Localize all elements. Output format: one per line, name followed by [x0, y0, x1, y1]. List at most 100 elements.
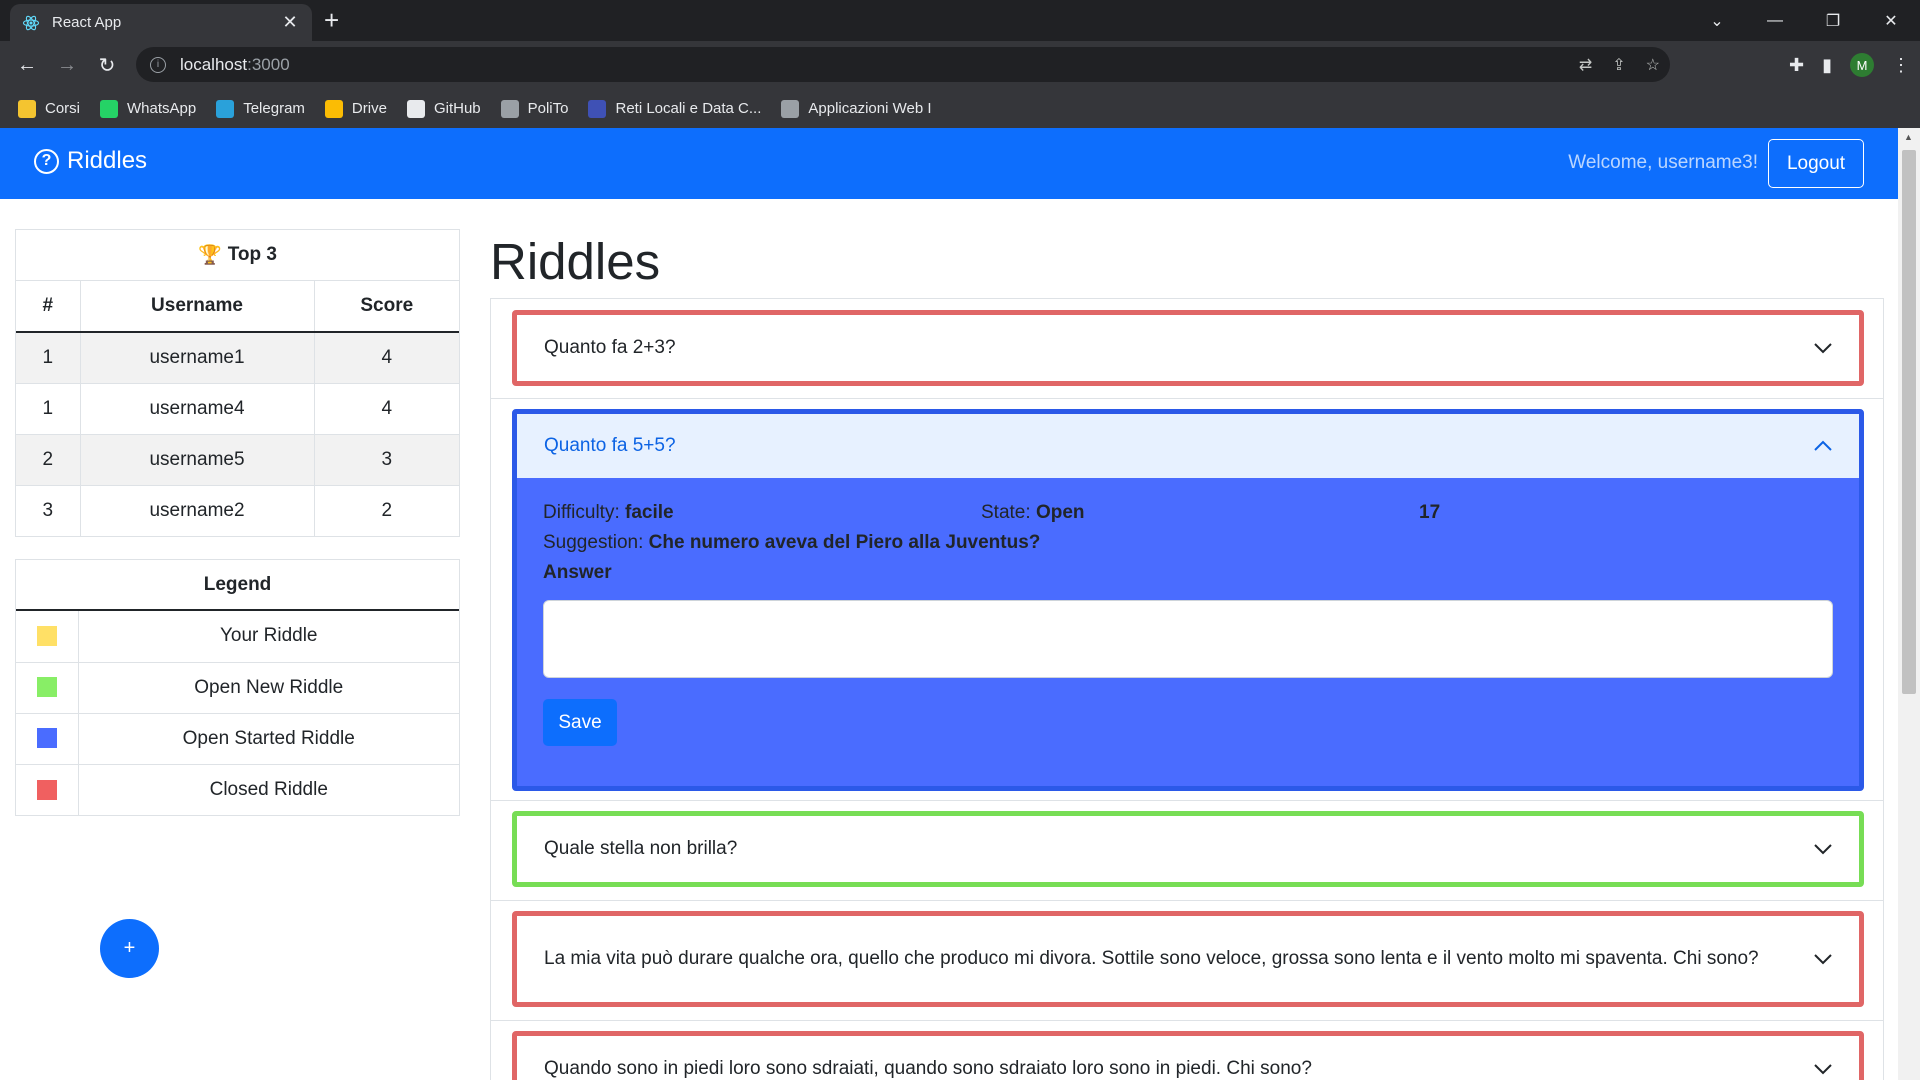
browser-tabstrip: React App ✕ + ⌄ — ❐ ✕	[0, 0, 1920, 41]
react-logo-icon	[22, 14, 40, 32]
difficulty-value: facile	[625, 502, 674, 523]
bookmark-icon	[406, 99, 425, 118]
site-info-icon[interactable]: i	[150, 56, 166, 73]
window-controls: ⌄ — ❐ ✕	[1688, 0, 1920, 41]
menu-kebab-icon[interactable]: ⋮	[1892, 55, 1910, 76]
chevron-down-icon	[1814, 954, 1832, 965]
tab-search-icon[interactable]: ⌄	[1688, 11, 1746, 31]
leaderboard-row: 3 username2 2	[16, 485, 459, 536]
bookmark-label: Applicazioni Web I	[808, 100, 932, 117]
tab-title: React App	[52, 14, 122, 31]
riddle-item: Quando sono in piedi loro sono sdraiati,…	[491, 1021, 1883, 1080]
restore-button[interactable]: ❐	[1804, 11, 1862, 31]
leaderboard-cell-score: 3	[314, 434, 459, 486]
legend-row: Open New Riddle	[16, 662, 459, 714]
answer-textarea[interactable]	[543, 600, 1833, 678]
bookmark-icon	[100, 99, 119, 118]
legend: Legend Your Riddle Open New Riddle Open St…	[15, 559, 460, 816]
legend-color-swatch	[36, 779, 57, 800]
bookmark-item[interactable]: GitHub	[406, 99, 481, 118]
legend-color-swatch	[36, 728, 57, 749]
leaderboard-cell-rank: 2	[16, 434, 81, 486]
legend-row: Your Riddle	[16, 611, 459, 663]
suggestion-label: Suggestion:	[543, 532, 644, 553]
forward-icon[interactable]: →	[47, 54, 87, 77]
leaderboard-cell-rank: 1	[16, 383, 81, 435]
bookmark-item[interactable]: Reti Locali e Data C...	[588, 99, 762, 118]
save-button[interactable]: Save	[543, 699, 617, 746]
riddle-header[interactable]: Quanto fa 2+3?	[517, 315, 1859, 381]
bookmark-item[interactable]: Applicazioni Web I	[781, 99, 932, 118]
bookmark-star-icon[interactable]: ☆	[1646, 55, 1660, 75]
leaderboard-title-text: Top 3	[227, 244, 277, 265]
leaderboard-cell-rank: 3	[16, 485, 81, 536]
bookmark-item[interactable]: WhatsApp	[100, 99, 196, 118]
address-bar[interactable]: i localhost:3000 ⇄ ⇪ ☆	[136, 47, 1670, 82]
countdown-timer: 17	[1419, 502, 1441, 523]
translate-icon[interactable]: ⇄	[1579, 55, 1592, 75]
leaderboard-cell-username: username2	[80, 485, 315, 536]
legend-swatch-cell	[16, 611, 79, 663]
riddle-header[interactable]: La mia vita può durare qualche ora, quel…	[517, 916, 1859, 1002]
bookmark-item[interactable]: Telegram	[216, 99, 305, 118]
page-title: Riddles	[490, 233, 661, 290]
riddle-item: Quale stella non brilla?	[491, 801, 1883, 901]
riddle-header[interactable]: Quanto fa 5+5?	[517, 414, 1859, 478]
page-scrollbar[interactable]: ▲	[1898, 128, 1920, 1080]
minimize-button[interactable]: —	[1746, 12, 1804, 30]
riddle-card-closed: La mia vita può durare qualche ora, quel…	[512, 911, 1864, 1007]
legend-label: Open Started Riddle	[78, 713, 459, 765]
leaderboard-cell-username: username1	[80, 332, 315, 384]
browser-tab[interactable]: React App ✕	[10, 4, 312, 41]
new-tab-button[interactable]: +	[324, 7, 339, 33]
legend-swatch-cell	[16, 764, 79, 815]
riddle-header[interactable]: Quando sono in piedi loro sono sdraiati,…	[517, 1036, 1859, 1080]
legend-label: Open New Riddle	[78, 662, 459, 714]
riddle-card-open-started: Quanto fa 5+5? Difficulty: facile State:…	[512, 409, 1864, 791]
suggestion-value: Che numero aveva del Piero alla Juventus…	[648, 532, 1041, 553]
profile-avatar[interactable]: M	[1850, 53, 1874, 77]
brand[interactable]: ? Riddles	[34, 147, 147, 175]
bookmark-item[interactable]: PoliTo	[500, 99, 568, 118]
add-riddle-button[interactable]: +	[100, 919, 159, 978]
scrollbar-thumb[interactable]	[1902, 150, 1916, 694]
logout-button[interactable]: Logout	[1768, 139, 1864, 188]
question-circle-icon: ?	[34, 148, 59, 174]
riddle-card-closed: Quanto fa 2+3?	[512, 310, 1864, 386]
state-label: State:	[981, 502, 1031, 523]
riddle-item: Quanto fa 2+3?	[491, 299, 1883, 399]
side-panel-icon[interactable]: ▮	[1822, 55, 1832, 76]
bookmark-item[interactable]: Drive	[324, 99, 387, 118]
welcome-text: Welcome, username3!	[1568, 152, 1758, 173]
riddle-header[interactable]: Quale stella non brilla?	[517, 816, 1859, 882]
bookmark-item[interactable]: Corsi	[18, 99, 80, 118]
column-header-username: Username	[80, 281, 315, 333]
close-tab-icon[interactable]: ✕	[280, 12, 300, 33]
close-window-button[interactable]: ✕	[1862, 11, 1920, 31]
bookmark-label: GitHub	[433, 100, 481, 117]
leaderboard-cell-score: 4	[314, 332, 459, 384]
bookmark-label: Reti Locali e Data C...	[615, 100, 762, 117]
leaderboard-cell-score: 2	[381, 499, 393, 521]
browser-toolbar: ← → ↻ i localhost:3000 ⇄ ⇪ ☆ ✚ ▮ M ⋮	[0, 41, 1920, 89]
leaderboard-cell-score: 4	[314, 383, 459, 435]
riddle-body: Difficulty: facile State: Open 17 Sugges…	[517, 478, 1859, 746]
column-header-rank: #	[16, 281, 81, 333]
reload-icon[interactable]: ↻	[87, 53, 127, 78]
extensions-icon[interactable]: ✚	[1789, 55, 1804, 76]
back-icon[interactable]: ←	[7, 54, 47, 77]
share-icon[interactable]: ⇪	[1612, 55, 1625, 75]
bookmark-label: Drive	[351, 100, 387, 117]
chevron-up-icon	[1814, 440, 1832, 451]
leaderboard-title: 🏆 Top 3	[16, 230, 459, 281]
chevron-down-icon	[1814, 1064, 1832, 1075]
leaderboard-cell-username: username4	[80, 383, 315, 435]
legend-swatch-cell	[16, 662, 79, 714]
riddle-question: Quale stella non brilla?	[544, 838, 738, 859]
leaderboard-cell-username: username5	[80, 434, 315, 486]
riddle-card-open-new: Quale stella non brilla?	[512, 811, 1864, 887]
riddle-question: La mia vita può durare qualche ora, quel…	[544, 948, 1759, 969]
app-navbar: ? Riddles Welcome, username3! Logout	[0, 128, 1898, 199]
bookmark-icon	[324, 99, 343, 118]
scroll-up-arrow-icon[interactable]: ▲	[1904, 132, 1913, 142]
